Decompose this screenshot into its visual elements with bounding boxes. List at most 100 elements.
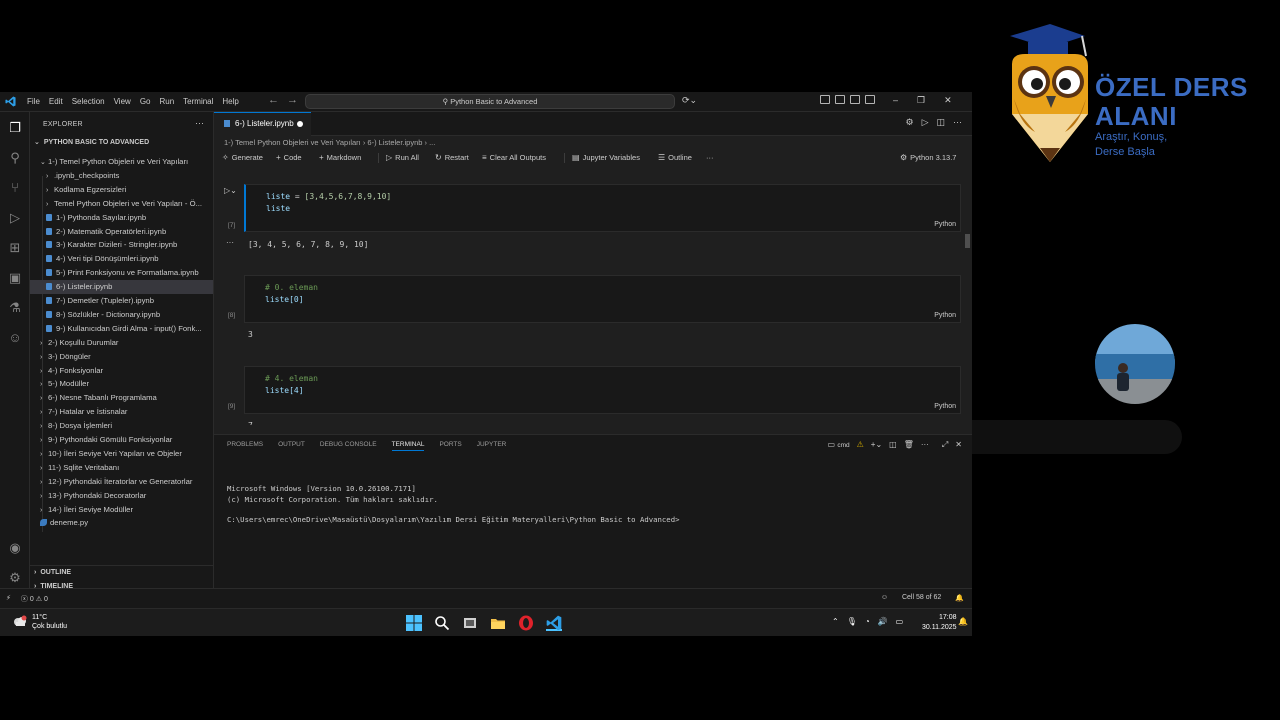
tab-output[interactable]: OUTPUT: [278, 441, 305, 451]
minimize-icon[interactable]: –: [893, 95, 898, 106]
cell-code[interactable]: liste = [3,4,5,6,7,8,9,10] liste: [266, 191, 391, 215]
terminal-shell-label[interactable]: ▭ cmd: [828, 440, 850, 450]
tree-file[interactable]: 4-) Veri tipi Dönüşümleri.ipynb: [30, 252, 159, 266]
tree-file[interactable]: 3-) Karakter Dizileri - Stringler.ipynb: [30, 238, 177, 252]
battery-icon[interactable]: ▭: [896, 617, 904, 626]
cell-position[interactable]: Cell 58 of 62: [902, 594, 941, 602]
outline-section[interactable]: › OUTLINE: [34, 569, 71, 576]
menu-view[interactable]: View: [114, 97, 131, 106]
restart-button[interactable]: ↻ Restart: [435, 153, 469, 162]
tree-file[interactable]: 2-) Matematik Operatörleri.ipynb: [30, 225, 166, 239]
menu-run[interactable]: Run: [159, 97, 174, 106]
menu-go[interactable]: Go: [140, 97, 151, 106]
code-cell[interactable]: liste = [3,4,5,6,7,8,9,10] liste Python: [244, 184, 961, 232]
tree-folder[interactable]: › 14-) İleri Seviye Modüller: [30, 503, 133, 517]
menu-file[interactable]: File: [27, 97, 40, 106]
cell-code[interactable]: # 4. eleman liste[4]: [265, 373, 318, 397]
menu-edit[interactable]: Edit: [49, 97, 63, 106]
settings-icon[interactable]: ⚙: [905, 117, 913, 128]
notification-bell-icon[interactable]: 🔔: [958, 617, 968, 626]
tree-folder[interactable]: › 7-) Hatalar ve İstisnalar: [30, 405, 127, 419]
unsaved-dot-icon[interactable]: [297, 121, 303, 127]
testing-icon[interactable]: ⚗: [7, 300, 23, 316]
jupyter-variables-button[interactable]: ▤ Jupyter Variables: [572, 153, 640, 162]
source-control-icon[interactable]: ⑂: [7, 180, 23, 196]
copilot-icon[interactable]: ⟳⌄: [682, 95, 697, 106]
tree-folder[interactable]: › 13-) Pythondaki Decoratorlar: [30, 489, 146, 503]
tree-file[interactable]: 6-) Listeler.ipynb: [30, 280, 213, 295]
tree-file[interactable]: 1-) Pythonda Sayılar.ipynb: [30, 211, 146, 225]
tree-folder[interactable]: › Kodlama Egzersizleri: [30, 183, 126, 197]
code-cell[interactable]: # 0. eleman liste[0] Python: [244, 275, 961, 323]
tab-debug-console[interactable]: DEBUG CONSOLE: [320, 441, 377, 451]
terminal-output[interactable]: Microsoft Windows [Version 10.0.26100.71…: [227, 483, 438, 505]
copilot-chat-icon[interactable]: ☺: [7, 330, 23, 346]
breadcrumb[interactable]: 1-) Temel Python Objeleri ve Veri Yapıla…: [224, 138, 435, 147]
add-code-button[interactable]: + Code: [276, 153, 302, 162]
wifi-icon[interactable]: ◔: [865, 617, 870, 626]
tree-file[interactable]: 8-) Sözlükler - Dictionary.ipynb: [30, 308, 160, 322]
extensions-icon[interactable]: ⊞: [7, 240, 23, 256]
chevron-up-icon[interactable]: ⌃: [832, 617, 839, 626]
back-arrow-icon[interactable]: ←: [268, 94, 279, 106]
more-toolbar-icon[interactable]: ···: [706, 153, 714, 162]
run-cell-icon[interactable]: ▷⌄: [224, 186, 237, 195]
more-icon[interactable]: ···: [953, 117, 962, 128]
tab-listeler[interactable]: 6-) Listeler.ipynb: [214, 112, 311, 136]
toggle-panel-icon[interactable]: [850, 95, 860, 104]
remote-explorer-icon[interactable]: ▣: [7, 270, 23, 286]
tree-folder[interactable]: › 10-) İleri Seviye Veri Yapıları ve Obje…: [30, 447, 182, 461]
close-panel-icon[interactable]: ✕: [955, 440, 962, 450]
menu-help[interactable]: Help: [222, 97, 238, 106]
generate-button[interactable]: ✧ Generate: [222, 153, 263, 162]
tree-folder[interactable]: › 4-) Fonksiyonlar: [30, 364, 103, 378]
tab-problems[interactable]: PROBLEMS: [227, 441, 263, 451]
outline-button[interactable]: ☰ Outline: [658, 153, 692, 162]
run-icon[interactable]: ▷: [922, 117, 929, 128]
customize-layout-icon[interactable]: [820, 95, 830, 104]
more-panel-icon[interactable]: ···: [921, 440, 929, 450]
restore-icon[interactable]: ❐: [917, 95, 925, 106]
add-markdown-button[interactable]: + Markdown: [319, 153, 361, 162]
run-debug-icon[interactable]: ▷: [7, 210, 23, 226]
cell-language[interactable]: Python: [934, 312, 956, 319]
search-view-icon[interactable]: ⚲: [7, 150, 23, 166]
cell-language[interactable]: Python: [934, 221, 956, 228]
tree-folder[interactable]: › .ipynb_checkpoints: [30, 169, 119, 183]
tree-folder[interactable]: › 12-) Pythondaki İteratorlar ve Generato…: [30, 475, 192, 489]
workspace-root[interactable]: ⌄ PYTHON BASIC TO ADVANCED: [34, 138, 149, 146]
tree-file[interactable]: deneme.py: [30, 516, 88, 530]
tree-folder[interactable]: › 5-) Modüller: [30, 377, 89, 391]
forward-arrow-icon[interactable]: →: [287, 94, 298, 106]
taskbar-search-icon[interactable]: [434, 615, 450, 631]
opera-browser-icon[interactable]: [518, 615, 534, 631]
close-window-icon[interactable]: ✕: [944, 95, 952, 106]
copilot-status-icon[interactable]: ☺: [881, 594, 888, 602]
task-view-icon[interactable]: [462, 615, 478, 631]
explorer-icon[interactable]: ❐: [7, 120, 23, 136]
maximize-panel-icon[interactable]: ⤢: [942, 440, 948, 450]
tree-folder[interactable]: › 9-) Pythondaki Gömülü Fonksiyonlar: [30, 433, 172, 447]
tree-folder[interactable]: › Temel Python Objeleri ve Veri Yapıları …: [30, 197, 202, 211]
clock[interactable]: 17:08 30.11.2025: [922, 613, 957, 633]
output-menu-icon[interactable]: ···: [226, 238, 234, 247]
cell-code[interactable]: # 0. eleman liste[0]: [265, 282, 318, 306]
notifications-icon[interactable]: 🔔: [955, 594, 964, 602]
tree-folder[interactable]: › 2-) Koşullu Durumlar: [30, 336, 119, 350]
tree-folder[interactable]: ⌄ 1-) Temel Python Objeleri ve Veri Yapıl…: [30, 155, 188, 169]
start-button[interactable]: [406, 615, 422, 631]
command-center-search[interactable]: ⚲ Python Basic to Advanced: [305, 94, 675, 109]
trash-icon[interactable]: 🗑: [904, 440, 914, 450]
accounts-icon[interactable]: ◉: [7, 540, 23, 556]
file-explorer-icon[interactable]: [490, 615, 506, 631]
tree-file[interactable]: 7-) Demetler (Tupleler).ipynb: [30, 294, 154, 308]
cell-language[interactable]: Python: [934, 403, 956, 410]
tree-folder[interactable]: › 3-) Döngüler: [30, 350, 91, 364]
tree-file[interactable]: 5-) Print Fonksiyonu ve Formatlama.ipynb: [30, 266, 199, 280]
problems-status[interactable]: ⓧ 0 ⚠ 0: [21, 594, 48, 604]
terminal-prompt[interactable]: C:\Users\emrec\OneDrive\Masaüstü\Dosyala…: [227, 515, 680, 524]
menu-terminal[interactable]: Terminal: [183, 97, 213, 106]
remote-icon[interactable]: ⚡: [6, 594, 11, 604]
menu-selection[interactable]: Selection: [72, 97, 105, 106]
tree-file[interactable]: 9-) Kullanıcıdan Girdi Alma - input() Fo…: [30, 322, 202, 336]
